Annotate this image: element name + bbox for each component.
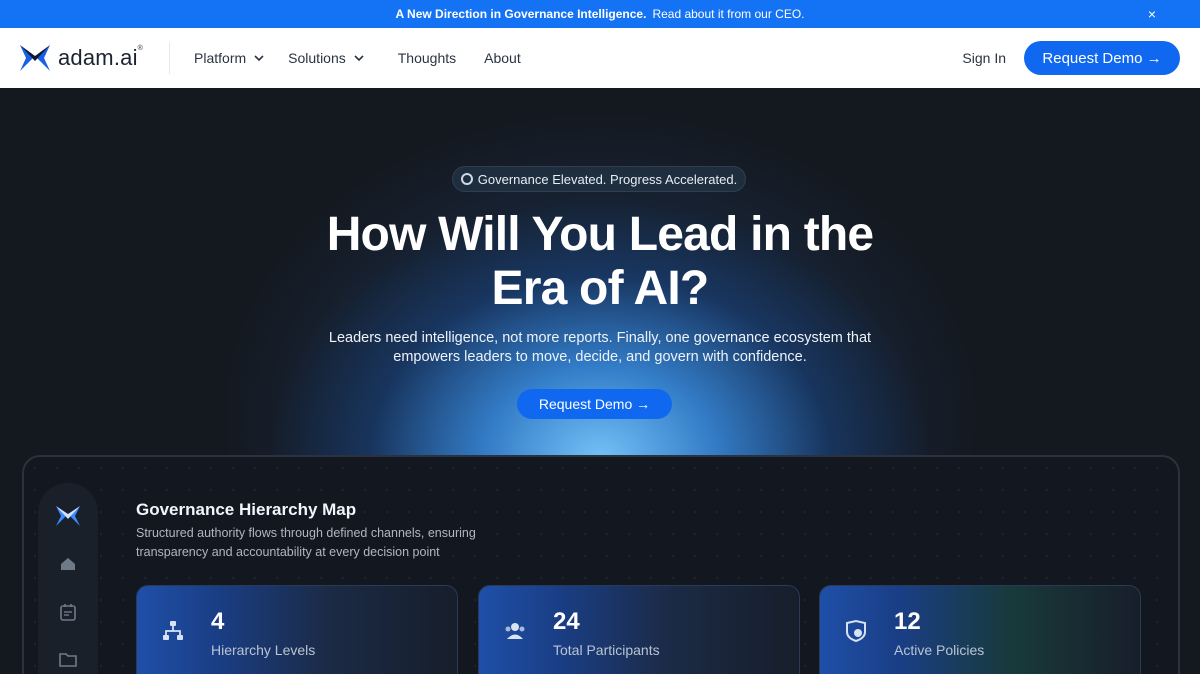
dashboard-sidebar — [38, 483, 98, 674]
description-line-1: Structured authority flows through defin… — [136, 526, 476, 540]
nav-about[interactable]: About — [484, 50, 521, 66]
chevron-down-icon — [254, 55, 264, 62]
logo-text: adam.ai® — [58, 45, 144, 70]
calendar-icon[interactable] — [60, 603, 76, 621]
hero-badge: Governance Elevated. Progress Accelerate… — [452, 166, 746, 192]
hero-request-demo-button[interactable]: Request Demo → — [517, 389, 672, 419]
headline-line-2: Era of AI? — [491, 262, 710, 315]
description-line-2: transparency and accountability at every… — [136, 545, 440, 559]
dashboard-preview: Governance Hierarchy Map Structured auth… — [22, 455, 1180, 674]
subtitle-line-1: Leaders need intelligence, not more repo… — [328, 330, 872, 346]
announcement-link[interactable]: Read about it from our CEO. — [652, 7, 804, 21]
sign-in-link[interactable]: Sign In — [962, 50, 1006, 66]
stat-card-hierarchy[interactable]: 4 Hierarchy Levels — [136, 585, 458, 674]
folder-icon[interactable] — [59, 651, 77, 667]
hero-subtitle: Leaders need intelligence, not more repo… — [0, 329, 1200, 367]
stat-value: 24 — [553, 608, 580, 635]
shield-icon — [846, 619, 866, 643]
headline-line-1: How Will You Lead in the — [326, 208, 874, 261]
subtitle-line-2: empowers leaders to move, decide, and go… — [393, 349, 807, 365]
nav-solutions[interactable]: Solutions — [288, 50, 364, 66]
hierarchy-icon — [163, 621, 183, 640]
logo-icon[interactable] — [55, 505, 81, 527]
users-icon — [505, 623, 525, 639]
stat-label: Hierarchy Levels — [211, 642, 316, 658]
stat-label: Active Policies — [894, 642, 985, 658]
badge-text: Governance Elevated. Progress Accelerate… — [477, 171, 738, 187]
stat-value: 12 — [894, 608, 921, 635]
circle-icon — [460, 173, 473, 185]
logo-icon — [20, 45, 50, 71]
nav-platform[interactable]: Platform — [194, 50, 264, 66]
announcement-bar[interactable]: A New Direction in Governance Intelligen… — [0, 0, 1200, 28]
home-icon[interactable] — [59, 555, 77, 573]
announcement-bold[interactable]: A New Direction in Governance Intelligen… — [395, 7, 646, 21]
dashboard-title: Governance Hierarchy Map — [136, 500, 357, 519]
stat-card-participants[interactable]: 24 Total Participants — [478, 585, 800, 674]
close-icon[interactable]: × — [1148, 5, 1156, 23]
chevron-down-icon — [354, 55, 364, 62]
request-demo-button[interactable]: Request Demo → — [1024, 41, 1180, 75]
nav-thoughts[interactable]: Thoughts — [398, 50, 456, 66]
stat-label: Total Participants — [553, 642, 660, 658]
dashboard-description: Structured authority flows through defin… — [136, 524, 496, 562]
nav-solutions-label: Solutions — [288, 50, 346, 66]
nav-platform-label: Platform — [194, 50, 247, 66]
top-nav: adam.ai® Platform Solutions Thoughts Abo… — [0, 28, 1200, 88]
stat-card-policies[interactable]: 12 Active Policies — [819, 585, 1141, 674]
hero-section: Governance Elevated. Progress Accelerate… — [0, 88, 1200, 674]
logo[interactable]: adam.ai® — [18, 42, 171, 74]
hero-headline: How Will You Lead in the Era of AI? — [0, 208, 1200, 316]
stat-value: 4 — [211, 608, 225, 635]
